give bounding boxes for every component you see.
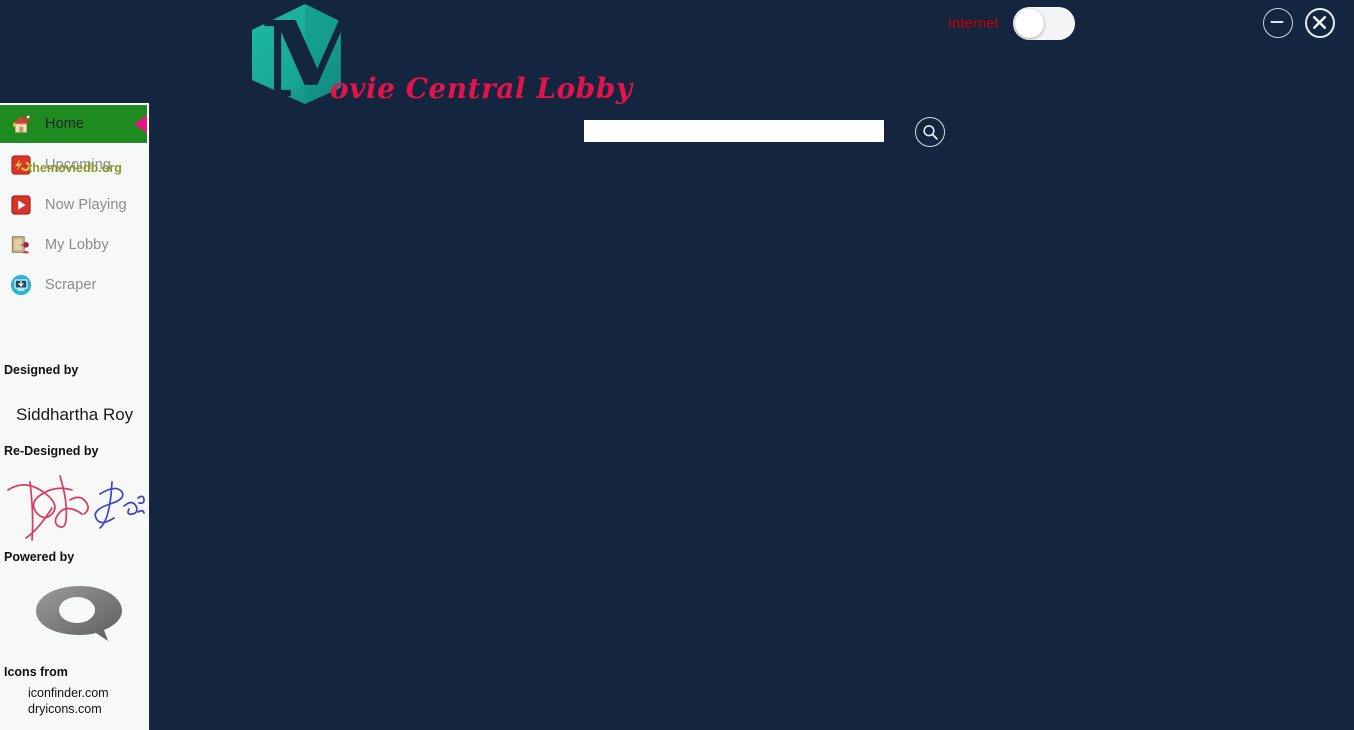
sidebar-item-label: Home [45, 116, 85, 132]
sidebar-item-label: My Lobby [45, 237, 109, 253]
themoviedb-logo [30, 583, 130, 658]
home-icon [10, 113, 32, 135]
scraper-icon [10, 274, 32, 296]
minimize-button[interactable] [1263, 8, 1293, 38]
sidebar-nav: Home Upcoming Now Playing My Lobby Scrap… [0, 103, 149, 305]
internet-label: Internet [948, 16, 999, 32]
powered-by-label: Powered by [4, 550, 75, 564]
app-logo: M ovie Central Lobby [232, 0, 632, 112]
page-title: ovie Central Lobby [330, 72, 633, 105]
icon-source-link[interactable]: iconfinder.com [28, 686, 109, 700]
sidebar-item-now-playing[interactable]: Now Playing [0, 185, 149, 225]
sidebar: Home Upcoming Now Playing My Lobby Scrap… [0, 103, 150, 730]
themoviedb-label: themoviedb.org [28, 161, 122, 175]
app-window: M ovie Central Lobby Internet Home Upcom… [0, 0, 1354, 730]
close-button[interactable] [1305, 8, 1335, 38]
internet-toggle[interactable] [1013, 7, 1075, 40]
sidebar-item-my-lobby[interactable]: My Lobby [0, 225, 149, 265]
redesigned-by-label: Re-Designed by [4, 444, 99, 458]
icons-from-label: Icons from [4, 665, 68, 679]
toggle-knob [1015, 9, 1044, 38]
sidebar-item-scraper[interactable]: Scraper [0, 265, 149, 305]
lobby-icon [10, 234, 32, 256]
active-pointer-icon [134, 115, 147, 133]
designed-by-label: Designed by [4, 363, 79, 377]
sidebar-item-label: Now Playing [45, 197, 127, 213]
search-button[interactable] [915, 117, 945, 147]
close-icon [1312, 15, 1327, 30]
sidebar-item-label: Scraper [45, 277, 97, 293]
designer-name: Siddhartha Roy [16, 405, 134, 424]
search-icon [922, 124, 938, 140]
minimize-icon [1270, 21, 1284, 23]
search-input[interactable] [584, 120, 884, 142]
sidebar-item-home[interactable]: Home [0, 103, 149, 145]
signature-image [0, 468, 150, 548]
play-icon [10, 194, 32, 216]
icon-source-link[interactable]: dryicons.com [28, 702, 102, 716]
